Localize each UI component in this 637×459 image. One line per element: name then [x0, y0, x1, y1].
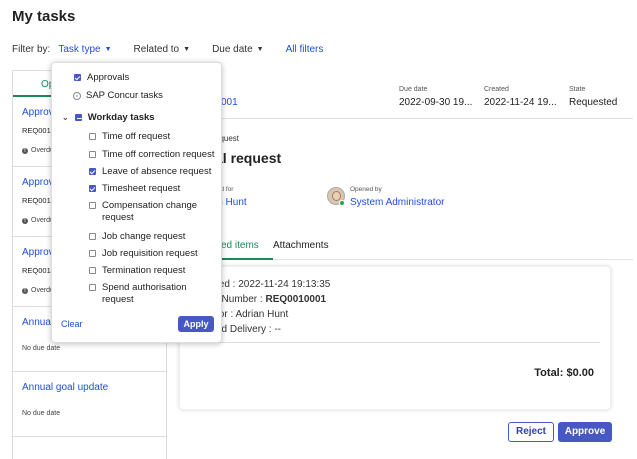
- chevron-down-icon: ▼: [104, 45, 112, 53]
- task-due: ! Overdu: [22, 147, 54, 154]
- task-due-text: No due date: [22, 410, 61, 417]
- option-job-requisition[interactable]: Job requisition request: [89, 248, 198, 260]
- delivery-line: ed Delivery : --: [216, 324, 282, 335]
- opened-by-link[interactable]: System Administrator: [350, 197, 444, 208]
- created-line: ted : 2022-11-24 19:13:35: [216, 279, 331, 290]
- checkbox-icon[interactable]: [74, 74, 81, 81]
- created-label: Created: [484, 86, 509, 93]
- divider: [200, 342, 600, 343]
- checkbox-icon[interactable]: [89, 168, 96, 175]
- chevron-down-icon: ▼: [256, 45, 264, 53]
- task-title: Annual goal update: [22, 382, 109, 393]
- task-type-filter-label: Task type: [58, 43, 101, 55]
- chevron-down-icon[interactable]: ⌄: [62, 112, 69, 124]
- request-number-value: REQ0010001: [265, 294, 327, 305]
- checkbox-icon[interactable]: [89, 133, 96, 140]
- checkbox-icon[interactable]: [89, 284, 96, 291]
- option-label: Compensation change request: [102, 200, 198, 223]
- option-compensation-change[interactable]: Compensation change request: [89, 200, 219, 224]
- option-label: Termination request: [102, 265, 186, 276]
- task-due: ! Overdu: [22, 287, 54, 294]
- request-number-link[interactable]: 001: [221, 97, 238, 108]
- request-number-label: t Number :: [216, 294, 266, 305]
- option-termination[interactable]: Termination request: [89, 265, 185, 277]
- alert-icon: !: [22, 217, 28, 224]
- task-due: ! Overdu: [22, 217, 54, 224]
- total-amount: Total: $0.00: [534, 367, 594, 379]
- task-number: REQ0010: [22, 196, 55, 205]
- option-sap-concur[interactable]: SAP Concur tasks: [73, 90, 163, 102]
- task-due-text: No due date: [22, 345, 61, 352]
- option-spend-authorisation[interactable]: Spend authorisation request: [89, 282, 219, 306]
- task-title: Annual: [22, 317, 54, 328]
- presence-icon: [339, 200, 345, 206]
- option-label: Approvals: [87, 72, 130, 83]
- request-summary-card: ted : 2022-11-24 19:13:35 t Number : REQ…: [179, 266, 611, 410]
- approve-button[interactable]: Approve: [558, 422, 612, 442]
- option-label: Job requisition request: [102, 248, 198, 259]
- option-label: Spend authorisation request: [102, 282, 187, 305]
- checkbox-icon[interactable]: [89, 185, 96, 192]
- checkbox-icon[interactable]: [89, 267, 96, 274]
- option-timesheet[interactable]: Timesheet request: [89, 183, 180, 195]
- due-date-label: Due date: [399, 86, 428, 93]
- state-label: State: [569, 86, 586, 93]
- page-title: My tasks: [12, 8, 76, 25]
- reject-button[interactable]: Reject: [508, 422, 554, 442]
- alert-icon: !: [22, 287, 28, 294]
- option-label: Timesheet request: [102, 183, 181, 194]
- created-value: 2022-11-24 19...: [484, 97, 557, 108]
- task-type-filter[interactable]: Task type ▼: [58, 44, 111, 55]
- option-label: Leave of absence request: [102, 166, 212, 177]
- task-detail: 001 Due date 2022-09-30 19... Created 20…: [167, 70, 637, 459]
- spinner-icon: [73, 92, 81, 100]
- filter-bar: Filter by: Task type ▼ Related to ▼ Due da…: [12, 42, 323, 56]
- checkbox-icon[interactable]: [89, 250, 96, 257]
- chevron-down-icon: ▼: [183, 45, 191, 53]
- tab-requested-items[interactable]: ed items: [221, 240, 259, 251]
- task-number: REQ0010: [22, 126, 55, 135]
- due-date-filter[interactable]: Due date ▼: [212, 44, 264, 55]
- option-label: Time off request: [102, 131, 171, 142]
- task-type-dropdown: Approvals SAP Concur tasks ⌄ Workday task…: [51, 62, 222, 343]
- option-label: SAP Concur tasks: [86, 90, 163, 101]
- checkbox-icon[interactable]: [74, 114, 82, 121]
- request-number-line: t Number : REQ0010001: [216, 294, 326, 305]
- alert-icon: !: [22, 147, 28, 154]
- due-date-filter-label: Due date: [212, 43, 253, 55]
- requestor-line: tor : Adrian Hunt: [216, 309, 289, 320]
- clear-button[interactable]: Clear: [61, 319, 83, 329]
- option-label: Job change request: [102, 231, 186, 242]
- apply-button[interactable]: Apply: [178, 316, 214, 332]
- checkbox-icon[interactable]: [89, 202, 96, 209]
- due-date-value: 2022-09-30 19...: [399, 97, 473, 108]
- option-job-change[interactable]: Job change request: [89, 231, 185, 243]
- related-to-filter[interactable]: Related to ▼: [134, 44, 191, 55]
- checkbox-icon[interactable]: [89, 151, 96, 158]
- option-time-off[interactable]: Time off request: [89, 131, 170, 143]
- option-label: Time off correction request: [102, 149, 215, 160]
- option-time-off-correction[interactable]: Time off correction request: [89, 149, 214, 161]
- request-title: al request: [215, 150, 282, 166]
- task-title: Approv: [22, 177, 54, 188]
- option-workday-group[interactable]: ⌄ Workday tasks: [62, 112, 155, 124]
- option-approvals[interactable]: Approvals: [74, 72, 129, 84]
- detail-tabs: ed items Attachments: [203, 234, 633, 260]
- list-item[interactable]: Annual goal update No due date: [13, 372, 166, 437]
- filter-by-label: Filter by:: [12, 43, 51, 55]
- opened-by-label: Opened by: [350, 186, 382, 193]
- task-title: Approv: [22, 107, 54, 118]
- checkbox-icon[interactable]: [89, 233, 96, 240]
- option-leave-of-absence[interactable]: Leave of absence request: [89, 166, 211, 178]
- option-label: Workday tasks: [87, 112, 155, 123]
- state-value: Requested: [569, 97, 618, 108]
- tab-attachments[interactable]: Attachments: [273, 240, 329, 251]
- task-number: REQ0010: [22, 266, 55, 275]
- divider: [203, 118, 633, 119]
- task-title: Approv: [22, 247, 54, 258]
- related-to-filter-label: Related to: [133, 43, 180, 55]
- all-filters-link[interactable]: All filters: [286, 44, 324, 55]
